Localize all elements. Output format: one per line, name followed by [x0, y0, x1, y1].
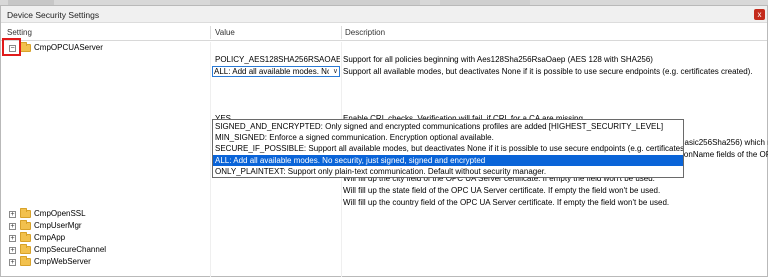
setting-description: Will fill up the country field of the OP…	[343, 197, 670, 207]
close-button[interactable]: x	[754, 9, 765, 20]
node-label: CmpSecureChannel	[34, 245, 107, 255]
node-label: CmpApp	[34, 233, 66, 243]
communication-mode-dropdown-list[interactable]: SIGNED_AND_ENCRYPTED: Only signed and en…	[212, 119, 684, 178]
setting-row[interactable]: AllowUserPasswordOnPlaintext	[1, 101, 767, 113]
node-label: CmpWebServer	[34, 257, 91, 267]
highlight-box	[2, 38, 21, 56]
header-value[interactable]: Value	[215, 28, 235, 37]
device-security-settings-dialog: Device Security Settings x Setting Value…	[0, 5, 768, 277]
tree-node[interactable]: + CmpSecureChannel	[1, 244, 767, 256]
tree-node[interactable]: + CmpOpenSSL	[1, 208, 767, 220]
column-header: Setting Value Description	[1, 24, 767, 41]
tree-node[interactable]: + CmpWebServer	[1, 256, 767, 268]
setting-description: Will fill up the state field of the OPC …	[343, 185, 661, 195]
setting-value[interactable]: POLICY_AES128SHA256RSAOAEP	[212, 54, 340, 66]
setting-row[interactable]: UserAuthentication	[1, 90, 767, 102]
node-label: CmpOPCUAServer	[34, 43, 103, 52]
expand-toggle[interactable]: +	[9, 235, 16, 243]
setting-description: Support for all policies beginning with …	[343, 54, 653, 64]
tree-node[interactable]: + CmpUserMgr	[1, 220, 767, 232]
dialog-title: Device Security Settings	[7, 10, 100, 20]
folder-icon	[20, 232, 31, 243]
folder-icon	[20, 256, 31, 267]
dropdown-option[interactable]: ONLY_PLAINTEXT: Support only plain-text …	[213, 166, 683, 177]
title-bar: Device Security Settings x	[1, 6, 767, 23]
expand-toggle[interactable]: +	[9, 211, 16, 219]
expand-toggle[interactable]: +	[9, 247, 16, 255]
folder-icon	[20, 208, 31, 219]
expand-toggle[interactable]: +	[9, 223, 16, 231]
dropdown-option[interactable]: MIN_SIGNED: Enforce a signed communicati…	[213, 132, 683, 143]
setting-row[interactable]: StateWill fill up the state field of the…	[1, 185, 767, 197]
node-label: CmpOpenSSL	[34, 209, 86, 219]
node-label: CmpUserMgr	[34, 221, 82, 231]
expand-toggle[interactable]: +	[9, 259, 16, 267]
header-description[interactable]: Description	[345, 28, 385, 37]
communication-mode-select[interactable]: ALL: Add all available modes. No s ∨	[212, 66, 340, 78]
folder-icon	[20, 220, 31, 231]
setting-row[interactable]: CommunicationPolicyPOLICY_AES128SHA256RS…	[1, 54, 767, 66]
setting-description: Support all available modes, but deactiv…	[343, 66, 753, 76]
tree-node[interactable]: + CmpApp	[1, 232, 767, 244]
select-value: ALL: Add all available modes. No s	[214, 67, 329, 77]
header-setting[interactable]: Setting	[7, 28, 32, 37]
setting-row[interactable]: CountryWill fill up the country field of…	[1, 197, 767, 209]
setting-row[interactable]: CommunicationModeALL: Add all available …	[1, 66, 767, 78]
tree-node-cmpopcuaserver[interactable]: − CmpOPCUAServer	[1, 42, 767, 54]
chevron-down-icon[interactable]: ∨	[333, 67, 338, 76]
dropdown-option[interactable]: SECURE_IF_POSSIBLE: Support all availabl…	[213, 143, 683, 154]
folder-icon	[20, 42, 31, 52]
dropdown-option[interactable]: ALL: Add all available modes. No securit…	[213, 154, 683, 166]
dropdown-option[interactable]: SIGNED_AND_ENCRYPTED: Only signed and en…	[213, 121, 683, 132]
setting-row[interactable]: Activation	[1, 78, 767, 90]
folder-icon	[20, 244, 31, 255]
